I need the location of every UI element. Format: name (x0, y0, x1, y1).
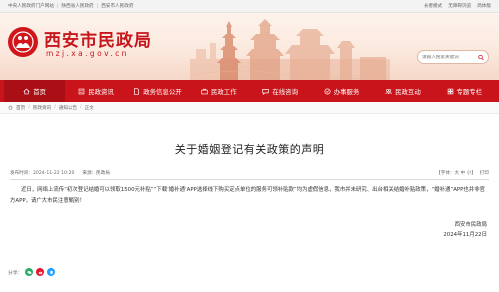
topic-icon (447, 88, 453, 94)
breadcrumb-news[interactable]: 民政资讯 (33, 105, 51, 111)
article-title: 关于婚姻登记有关政策的声明 (174, 143, 325, 156)
nav-item-news[interactable]: 民政资讯 (65, 80, 126, 102)
main-nav: 首页 民政资讯 政务信息公开 民政工作 在线咨询 办事服务 民政互动 专题专栏 (0, 80, 499, 102)
nav-item-work[interactable]: 民政工作 (188, 80, 249, 102)
nav-label: 民政资讯 (88, 87, 114, 96)
weibo-glyph-icon (38, 271, 43, 274)
breadcrumb: 首页 / 民政资讯 / 通知公告 / 正文 (0, 102, 499, 114)
site-domain: mzj.xa.gov.cn (46, 49, 129, 58)
separator: | (96, 3, 99, 9)
home-icon (23, 88, 30, 94)
breadcrumb-separator: / (28, 105, 30, 110)
nav-item-topics[interactable]: 专题专栏 (434, 80, 495, 102)
nav-item-service[interactable]: 办事服务 (311, 80, 372, 102)
qq-icon[interactable] (47, 268, 56, 276)
search-icon[interactable] (478, 54, 484, 61)
people-emblem-icon (12, 31, 34, 53)
article-signature: 西安市民政局 2024年11月22日 (10, 220, 489, 240)
breadcrumb-separator: / (80, 105, 82, 110)
nav-item-gov-info[interactable]: 政务信息公开 (127, 80, 188, 102)
link-shaanxi-gov[interactable]: 陕西省人民政府 (62, 3, 94, 9)
site-header: 西安市民政局 mzj.xa.gov.cn (0, 13, 499, 80)
link-central-gov[interactable]: 中央人民政府门户网站 (8, 3, 54, 9)
service-icon (324, 87, 331, 95)
nav-item-consult[interactable]: 在线咨询 (250, 80, 311, 102)
article-meta: 发布时间：2024-11-22 10:20 来源：民政局 【字体：大 中 小】 … (10, 170, 489, 180)
nav-label: 专题专栏 (456, 87, 483, 96)
news-icon (78, 88, 85, 94)
signature-date: 2024年11月22日 (443, 232, 487, 238)
briefcase-icon (201, 88, 208, 94)
publish-time: 发布时间：2024-11-22 10:20 (10, 171, 75, 176)
nav-label: 民政工作 (211, 87, 237, 96)
breadcrumb-home[interactable]: 首页 (16, 105, 25, 111)
document-icon (134, 87, 140, 95)
nav-label: 首页 (33, 87, 47, 96)
article: 关于婚姻登记有关政策的声明 发布时间：2024-11-22 10:20 来源：民… (0, 141, 499, 240)
signature-org: 西安市民政局 (454, 222, 487, 228)
chat-icon (262, 88, 270, 95)
meta-left: 发布时间：2024-11-22 10:20 来源：民政局 (10, 170, 110, 176)
share-bar: 分享： (8, 268, 56, 276)
link-simplified[interactable]: 简体版 (477, 3, 491, 9)
link-accessibility[interactable]: 无障碍浏览 (448, 3, 471, 9)
separator: | (56, 3, 59, 9)
nav-item-home[interactable]: 首页 (4, 80, 66, 102)
accessibility-links: 长者模式 无障碍浏览 简体版 (424, 3, 491, 9)
city-skyline-illustration (190, 19, 390, 80)
wechat-icon[interactable] (25, 268, 34, 276)
top-utility-bar: 中央人民政府门户网站 | 陕西省人民政府 | 西安市人民政府 长者模式 无障碍浏… (0, 0, 499, 13)
breadcrumb-separator: / (54, 105, 56, 110)
article-source: 来源：民政局 (82, 171, 110, 176)
search-box (417, 50, 489, 64)
font-size-control[interactable]: 【字体：大 中 小】 (436, 170, 476, 176)
interact-icon (385, 88, 392, 94)
nav-label: 民政互动 (395, 87, 421, 96)
site-logo-icon[interactable] (8, 27, 38, 57)
meta-right: 【字体：大 中 小】 打印 (436, 170, 489, 176)
breadcrumb-notices[interactable]: 通知公告 (59, 105, 77, 111)
link-elder-mode[interactable]: 长者模式 (424, 3, 442, 9)
site-title: 西安市民政局 (44, 31, 152, 51)
nav-label: 政务信息公开 (143, 87, 182, 96)
nav-item-interact[interactable]: 民政互动 (372, 80, 433, 102)
gov-links: 中央人民政府门户网站 | 陕西省人民政府 | 西安市人民政府 (8, 3, 133, 10)
nav-label: 在线咨询 (272, 87, 298, 96)
home-icon (8, 105, 13, 110)
article-body: 近日，网络上流传“初次登记结婚可以领取1500元补贴”“下载‘婚补通’APP选择… (10, 187, 485, 204)
breadcrumb-current: 正文 (84, 105, 94, 111)
wechat-glyph-icon (27, 270, 32, 274)
share-label: 分享： (8, 270, 23, 276)
print-button[interactable]: 打印 (480, 170, 489, 176)
search-input[interactable] (422, 54, 478, 60)
link-xian-gov[interactable]: 西安市人民政府 (101, 3, 133, 9)
qq-glyph-icon (50, 270, 53, 274)
nav-label: 办事服务 (333, 87, 360, 96)
weibo-icon[interactable] (36, 268, 45, 276)
